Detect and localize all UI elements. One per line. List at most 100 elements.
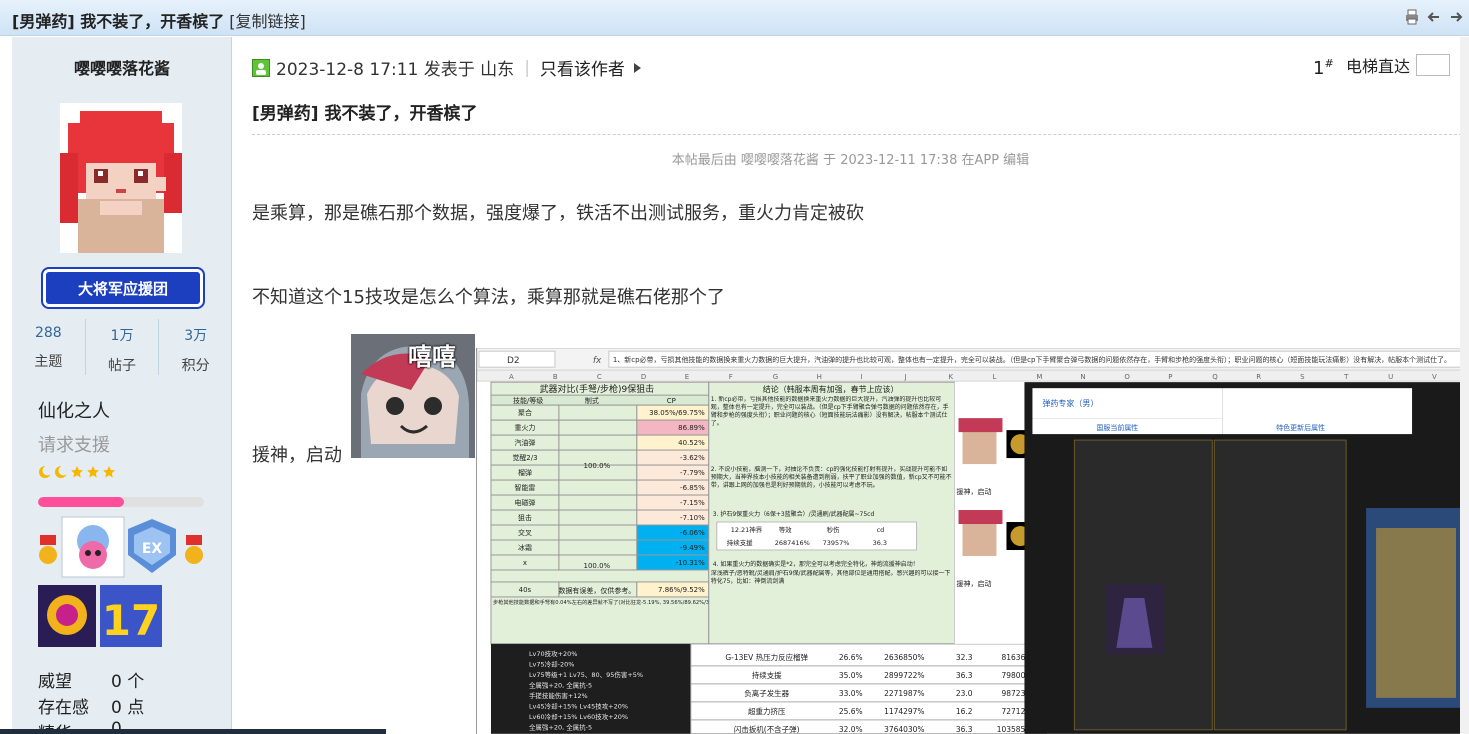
column-header: V — [1432, 373, 1437, 381]
table-title: 武器对比(手弩/步枪)9保狙击 — [540, 383, 655, 395]
post-main: 2023-12-8 17:11 发表于 山东 | 只看该作者 1# 电梯直达 [… — [232, 37, 1469, 734]
post-screenshot[interactable]: D2 fx 1、新cp必带，亏损其他技能的数据换来重火力数据的巨大提升，汽油弹的… — [476, 348, 1469, 734]
mini-header: 等效 — [779, 525, 792, 534]
back-arrow-icon[interactable] — [1427, 9, 1441, 25]
prop-prestige: 威望 0 个 — [38, 667, 144, 692]
prop-prestige-value: 0 个 — [111, 672, 145, 692]
row-cp-value: 40.52% — [678, 439, 705, 447]
table-cell — [558, 419, 638, 436]
row-cp-value: 38.05%/69.75% — [649, 409, 705, 417]
table-header-skill: 技能/等级 — [513, 396, 543, 405]
lower-row-value: 2899722% — [884, 671, 924, 680]
row-skill-name: 40s — [519, 586, 532, 594]
conclusion-title: 结论（韩服本周有加强，春节上应该） — [763, 384, 899, 394]
level-progress-fill — [38, 497, 125, 507]
author-only-link[interactable]: 只看该作者 — [540, 55, 625, 80]
row-cp-value: -7.10% — [680, 514, 705, 522]
column-header: O — [1124, 373, 1130, 381]
svg-text:EX: EX — [142, 541, 163, 557]
skill-line: Lv60冷却+15% Lv60技攻+20% — [529, 712, 628, 721]
medal-icon[interactable]: EX — [128, 519, 176, 573]
stat-posts[interactable]: 1万 帖子 — [84, 319, 159, 375]
post-meta: 2023-12-8 17:11 发表于 山东 | 只看该作者 — [252, 55, 643, 80]
row-skill-name: x — [523, 559, 527, 567]
lower-row-percent: 32.0% — [839, 725, 863, 734]
column-header: I — [861, 373, 863, 381]
medal-icon[interactable]: 17 — [100, 585, 162, 647]
lower-row-percent: 26.6% — [839, 653, 863, 662]
stat-threads[interactable]: 288 主题 — [12, 319, 85, 375]
floor-jump: 电梯直达 — [1346, 53, 1451, 77]
row-skill-name: 冰霜 — [518, 543, 532, 552]
row-skill-name: 电磁弹 — [514, 498, 535, 507]
medal-icon[interactable] — [185, 535, 203, 564]
post-date: 2023-12-8 17:11 发表于 山东 — [276, 60, 515, 80]
row-cp-value: -6.06% — [680, 529, 705, 537]
fx-icon: fx — [593, 356, 602, 366]
column-header: J — [904, 373, 907, 381]
stat-points[interactable]: 3万 积分 — [158, 319, 232, 375]
mini-header: 12.21神界 — [731, 525, 763, 534]
column-header: E — [685, 373, 689, 381]
row-cp-value: 7.86%/9.52% — [658, 586, 705, 594]
table-cell — [558, 494, 638, 511]
stat-posts-value: 1万 — [110, 328, 134, 344]
floor-number-value: 1 — [1313, 58, 1325, 79]
column-header: A — [509, 373, 514, 381]
thread-title: [男弹药] 我不装了，开香槟了 [复制链接] — [12, 8, 306, 32]
right-col-1: 国服当前属性 — [1096, 423, 1138, 432]
skill-line: 手搓技能伤害+12% — [529, 691, 588, 700]
stat-points-value: 3万 — [184, 328, 208, 344]
table-cell — [558, 509, 638, 526]
svg-text:17: 17 — [102, 596, 160, 645]
column-header: Q — [1212, 373, 1218, 381]
lower-row-cd: 16.2 — [956, 707, 973, 716]
column-header: P — [1168, 373, 1172, 381]
star-icon — [87, 466, 99, 478]
page-scrollbar[interactable] — [1460, 37, 1469, 734]
copy-link-button[interactable]: [复制链接] — [229, 12, 306, 31]
conclusion-2: 2. 不说小技能，脑测一下，对抽论不负责：cp的强化技能打射有提升，实战提升可能… — [710, 466, 952, 490]
thread-tools — [1405, 9, 1463, 25]
post-paragraph-2: 不知道这个15技攻是怎么个算法，乘算那就是礁石佬那个了 — [252, 287, 725, 308]
row-cp-value: -9.49% — [680, 544, 705, 552]
lower-row-cd: 36.3 — [956, 671, 973, 680]
bottom-bar — [0, 729, 386, 734]
row-cp-value: -3.62% — [680, 454, 705, 462]
author-rank: 仙化之人 — [38, 401, 110, 422]
note-title: 数据有误差，仅供参考。 — [558, 586, 635, 595]
mini-cell: 2687416% — [775, 539, 810, 547]
row-cp-value: -10.31% — [676, 559, 706, 567]
column-header: N — [1080, 373, 1085, 381]
author-stats: 288 主题 1万 帖子 3万 积分 — [12, 319, 232, 375]
skill-line: 全属强+20, 全属抗-5 — [529, 722, 592, 731]
row-cp-value: -6.85% — [680, 484, 705, 492]
conclusion-4b: 深浅裤子/恶特靴/灵通肩/护石9保/武器配属等，其他部位是通用搭配，感兴趣的可以… — [710, 569, 951, 585]
prop-presence: 存在感 0 点 — [38, 693, 144, 718]
table-header-ratio: 制式 — [585, 396, 599, 405]
author-name[interactable]: 嘤嘤嘤落花酱 — [12, 55, 232, 79]
mini-header: 秒伤 — [827, 525, 840, 534]
floor-number[interactable]: 1# — [1313, 57, 1334, 79]
print-icon[interactable] — [1405, 9, 1419, 25]
medal-icon[interactable] — [38, 585, 96, 647]
column-header: S — [1300, 373, 1305, 381]
post-paragraph-1: 是乘算，那是礁石那个数据，强度爆了，铁活不出测试服务，重火力肯定被砍 — [252, 203, 864, 224]
medal-icon[interactable] — [39, 535, 57, 564]
forward-arrow-icon[interactable] — [1449, 9, 1463, 25]
column-header: K — [949, 373, 954, 381]
table-cell — [558, 524, 638, 541]
lower-row-percent: 35.0% — [839, 671, 863, 680]
floor-jump-input[interactable] — [1416, 54, 1451, 76]
skill-line: Lv75冷却-20% — [529, 659, 574, 668]
row-skill-name: 智能雷 — [514, 483, 535, 492]
author-avatar[interactable] — [60, 103, 182, 253]
meta-separator: | — [524, 57, 530, 78]
medal-icon[interactable] — [61, 516, 125, 578]
mini-cell: 73957% — [823, 539, 850, 547]
star-icon — [71, 466, 83, 478]
sticker-text: 嘻嘻 — [408, 343, 456, 371]
honor-badge[interactable]: 大将军应援团 — [41, 267, 205, 309]
post-title: [男弹药] 我不装了，开香槟了 — [252, 104, 478, 124]
aid-label-2: 援神，启动 — [957, 579, 992, 588]
